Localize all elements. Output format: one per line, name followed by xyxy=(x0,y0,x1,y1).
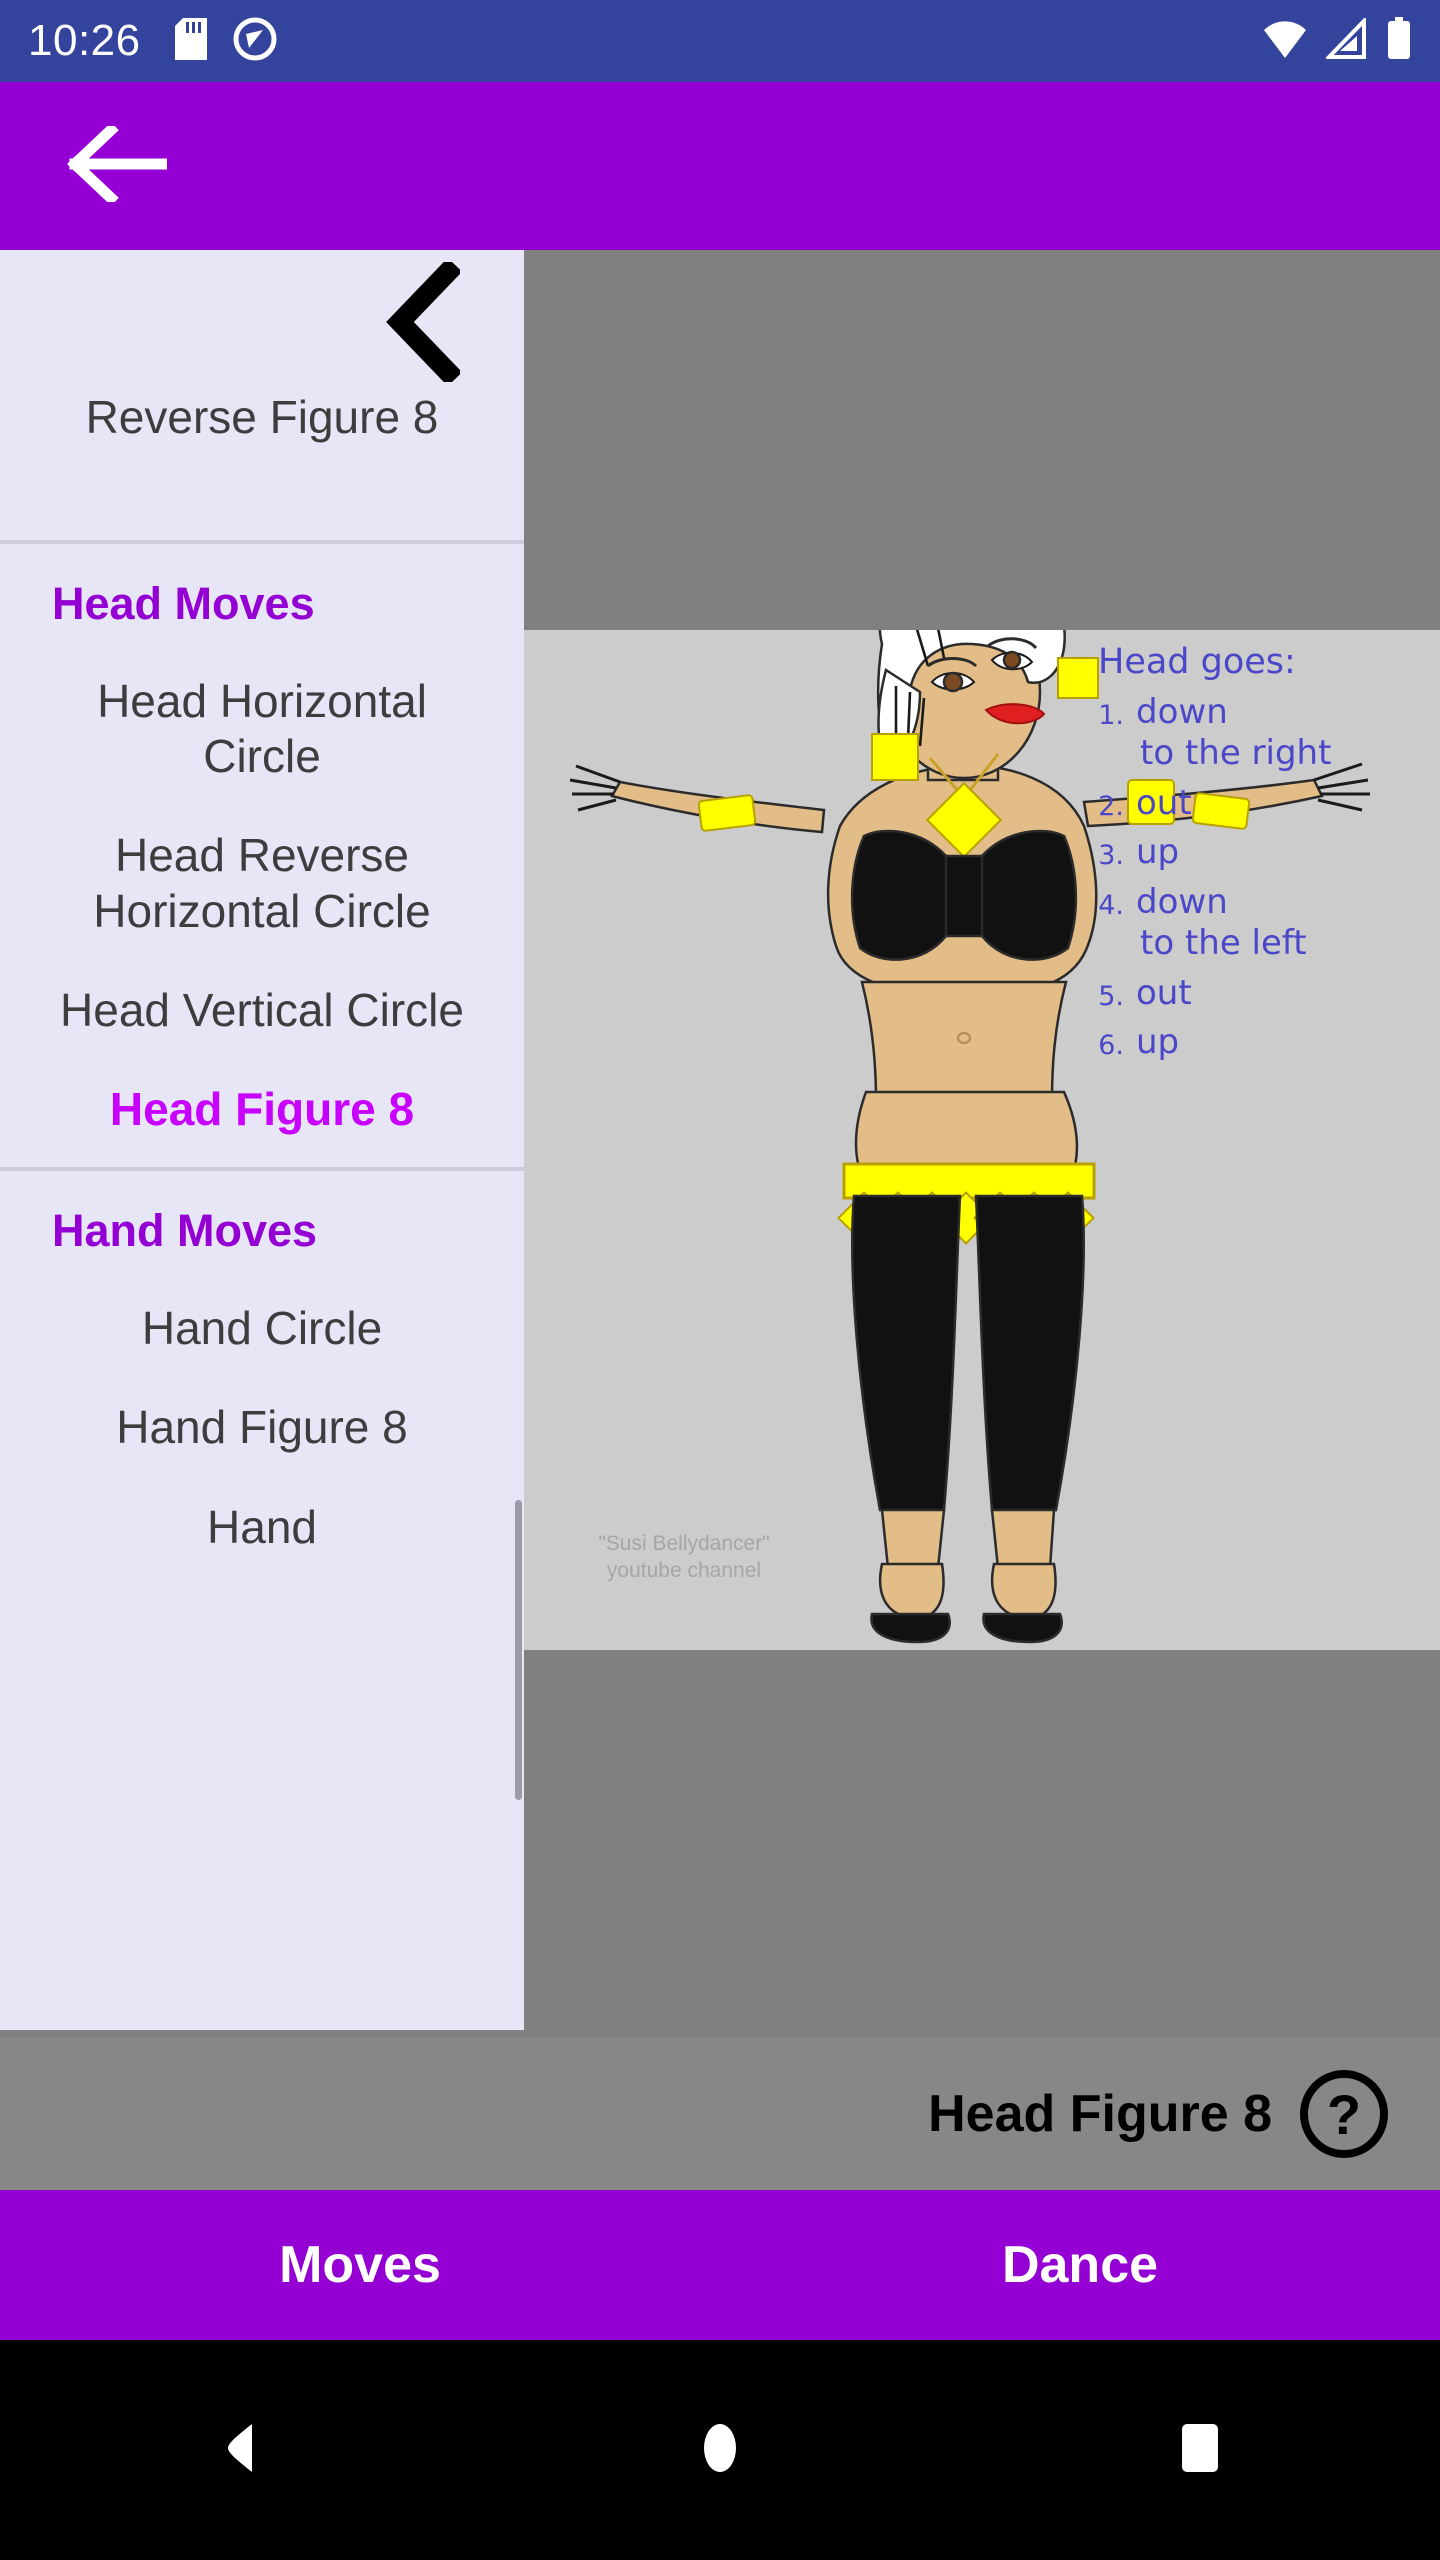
sidebar-item-head-vertical-circle[interactable]: Head Vertical Circle xyxy=(0,969,524,1068)
step-continuation: to the right xyxy=(1140,733,1332,774)
step-number: 2. xyxy=(1098,790,1124,822)
step-continuation: to the left xyxy=(1140,923,1307,964)
bottom-tab-bar: Moves Dance xyxy=(0,2190,1440,2340)
step-text: down xyxy=(1136,691,1228,732)
current-move-name: Head Figure 8 xyxy=(928,2085,1272,2143)
step-number: 6. xyxy=(1098,1030,1124,1062)
instruction-step: 4. down xyxy=(1090,881,1420,925)
sidebar-current-label: Reverse Figure 8 xyxy=(85,391,439,443)
sd-card-icon xyxy=(174,17,207,65)
sidebar-item-head-horizontal-circle[interactable]: Head Horizontal Circle xyxy=(0,660,524,814)
tab-moves[interactable]: Moves xyxy=(0,2190,720,2340)
sidebar-item-hand-circle[interactable]: Hand Circle xyxy=(0,1287,524,1386)
watermark-line-1: "Susi Bellydancer" xyxy=(598,1532,770,1555)
image-watermark: "Susi Bellydancer" youtube channel xyxy=(554,1530,814,1585)
app-toolbar xyxy=(0,82,1440,250)
step-text: out xyxy=(1136,972,1192,1013)
back-arrow-icon xyxy=(67,121,169,207)
sidebar-item-head-figure-8[interactable]: Head Figure 8 xyxy=(0,1068,524,1167)
back-triangle-icon xyxy=(218,2422,262,2479)
step-text: down xyxy=(1136,881,1228,922)
chevron-left-icon[interactable] xyxy=(382,257,463,387)
status-time: 10:26 xyxy=(28,16,141,65)
sidebar-section-hand-moves: Hand Moves xyxy=(52,1205,318,1257)
move-image-panel: Head goes: 1. down to the right 2. out 3… xyxy=(524,630,1440,1650)
sidebar-item-head-reverse-horizontal-circle[interactable]: Head Reverse Horizontal Circle xyxy=(0,814,524,968)
wifi-icon xyxy=(1262,18,1308,65)
sidebar-section-head-moves: Head Moves xyxy=(52,578,315,629)
step-number: 3. xyxy=(1098,840,1124,872)
instruction-step: 6. up xyxy=(1090,1021,1420,1065)
status-bar: 10:26 xyxy=(0,0,1440,82)
question-mark-circle-icon[interactable]: ? xyxy=(1298,2068,1390,2160)
nav-recents-button[interactable] xyxy=(960,2422,1440,2479)
handwritten-instructions: Head goes: 1. down to the right 2. out 3… xyxy=(1090,640,1420,1065)
sidebar-current-item[interactable]: Reverse Figure 8 xyxy=(0,250,524,540)
android-nav-bar xyxy=(0,2340,1440,2560)
recents-square-icon xyxy=(1174,2422,1226,2479)
step-number: 4. xyxy=(1098,889,1124,921)
moves-sidebar[interactable]: Reverse Figure 8 Head Moves Head Horizon… xyxy=(0,250,524,2030)
instruction-step: 3. up xyxy=(1090,831,1420,875)
status-left-icon-group xyxy=(174,17,277,66)
step-text: up xyxy=(1136,832,1180,873)
location-off-icon xyxy=(233,17,277,66)
nav-back-button[interactable] xyxy=(0,2422,480,2479)
step-text: up xyxy=(1136,1022,1180,1063)
sidebar-item-hand-figure-8[interactable]: Hand Figure 8 xyxy=(0,1386,524,1485)
home-circle-icon xyxy=(698,2420,742,2481)
tab-dance[interactable]: Dance xyxy=(720,2190,1440,2340)
sidebar-scrollbar[interactable] xyxy=(515,1500,522,1800)
watermark-line-2: youtube channel xyxy=(606,1559,762,1583)
cellular-signal-icon xyxy=(1324,15,1368,65)
nav-home-button[interactable] xyxy=(480,2420,960,2481)
back-button[interactable] xyxy=(62,121,172,207)
step-text: out xyxy=(1136,782,1192,823)
sidebar-item-hand[interactable]: Hand xyxy=(0,1486,524,1585)
battery-icon xyxy=(1386,16,1412,66)
step-number: 1. xyxy=(1098,699,1124,731)
instruction-step: 5. out xyxy=(1090,972,1420,1016)
instruction-step: 2. out xyxy=(1090,782,1420,826)
step-number: 5. xyxy=(1098,980,1124,1012)
status-right-icon-group xyxy=(1262,15,1412,66)
svg-text:?: ? xyxy=(1327,2083,1361,2146)
instructions-title: Head goes: xyxy=(1098,642,1296,682)
move-label-bar: Head Figure 8 ? xyxy=(0,2038,1440,2190)
instruction-step: 1. down xyxy=(1090,691,1420,735)
